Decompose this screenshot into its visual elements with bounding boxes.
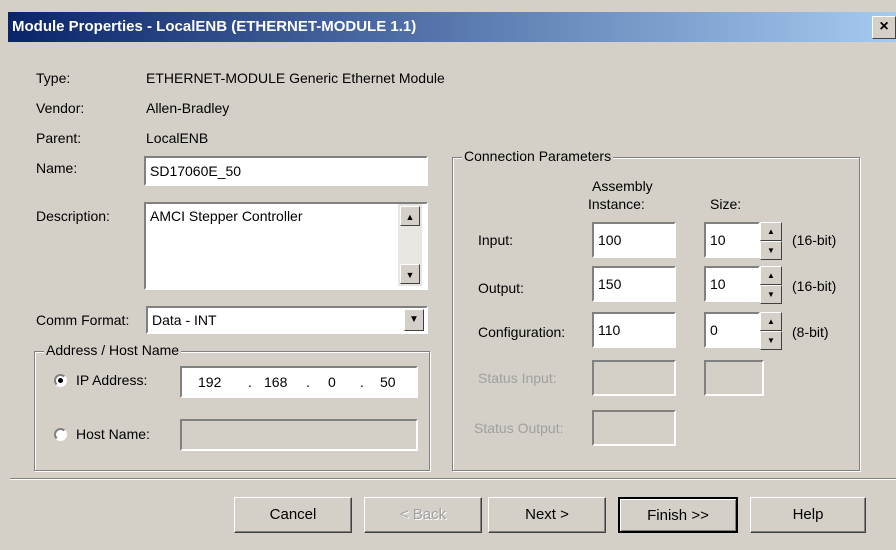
module-properties-dialog: Module Properties - LocalENB (ETHERNET-M… (0, 0, 896, 550)
output-instance-field[interactable]: 150 (592, 266, 676, 302)
comm-format-select[interactable]: Data - INT (146, 306, 428, 334)
input-label: Input: (478, 232, 514, 248)
cancel-button[interactable]: Cancel (234, 497, 352, 533)
spin-up-icon[interactable]: ▲ (760, 312, 782, 331)
input-instance-field[interactable]: 100 (592, 222, 676, 258)
type-label: Type: (36, 70, 71, 86)
size-header: Size: (710, 196, 742, 212)
status-input-field[interactable] (592, 360, 676, 396)
ip-address-radio[interactable] (54, 374, 67, 387)
input-unit: (16-bit) (792, 232, 837, 248)
ip-address-input[interactable]: 192 . 168 . 0 . 50 (180, 366, 418, 398)
output-size-spinner[interactable]: ▲ ▼ (760, 266, 782, 304)
description-textarea[interactable]: AMCI Stepper Controller (144, 202, 428, 290)
configuration-label: Configuration: (478, 324, 566, 340)
ip-address-label[interactable]: IP Address: (76, 372, 147, 388)
status-input-size-field[interactable] (704, 360, 764, 396)
status-output-field[interactable] (592, 410, 676, 446)
comm-format-label: Comm Format: (36, 312, 130, 328)
assembly-header: Assembly (592, 178, 653, 194)
output-size-field[interactable]: 10 (704, 266, 760, 302)
window-title: Module Properties - LocalENB (ETHERNET-M… (12, 18, 417, 35)
configuration-instance-field[interactable]: 110 (592, 312, 676, 348)
name-input[interactable]: SD17060E_50 (144, 156, 428, 186)
parent-label: Parent: (36, 130, 82, 146)
host-name-radio[interactable] (54, 428, 67, 441)
connection-parameters-legend: Connection Parameters (462, 148, 614, 164)
ip-dot-2: . (306, 374, 310, 390)
back-button[interactable]: < Back (364, 497, 482, 533)
type-value: ETHERNET-MODULE Generic Ethernet Module (146, 70, 445, 86)
spin-up-icon[interactable]: ▲ (760, 266, 782, 285)
spin-down-icon[interactable]: ▼ (760, 331, 782, 350)
ip-dot-1: . (248, 374, 252, 390)
help-button[interactable]: Help (750, 497, 866, 533)
address-legend: Address / Host Name (44, 342, 182, 358)
parent-value: LocalENB (146, 130, 209, 146)
description-label: Description: (36, 208, 110, 224)
instance-header: Instance: (588, 196, 645, 212)
close-button[interactable]: × (872, 16, 896, 39)
dropdown-arrow-icon[interactable]: ▼ (404, 309, 424, 331)
vendor-label: Vendor: (36, 100, 85, 116)
spin-up-icon[interactable]: ▲ (760, 222, 782, 241)
comm-format-value: Data - INT (152, 312, 217, 328)
title-bar[interactable]: Module Properties - LocalENB (ETHERNET-M… (8, 12, 896, 42)
ip-dot-3: . (360, 374, 364, 390)
input-size-spinner[interactable]: ▲ ▼ (760, 222, 782, 260)
ip-octet-3[interactable]: 0 (328, 370, 336, 394)
configuration-size-field[interactable]: 0 (704, 312, 760, 348)
host-name-label[interactable]: Host Name: (76, 426, 150, 442)
status-output-label: Status Output: (474, 420, 564, 436)
description-scrollbar[interactable]: ▲ ▼ (398, 204, 422, 286)
ip-octet-4[interactable]: 50 (380, 370, 396, 394)
next-button[interactable]: Next > (488, 497, 606, 533)
spin-down-icon[interactable]: ▼ (760, 241, 782, 260)
status-input-label: Status Input: (478, 370, 557, 386)
output-label: Output: (478, 280, 524, 296)
description-text: AMCI Stepper Controller (150, 208, 303, 224)
name-label: Name: (36, 160, 78, 176)
configuration-unit: (8-bit) (792, 324, 829, 340)
output-unit: (16-bit) (792, 278, 837, 294)
scroll-down-icon[interactable]: ▼ (400, 264, 420, 284)
separator (10, 478, 896, 480)
configuration-size-spinner[interactable]: ▲ ▼ (760, 312, 782, 350)
input-size-field[interactable]: 10 (704, 222, 760, 258)
spin-down-icon[interactable]: ▼ (760, 285, 782, 304)
vendor-value: Allen-Bradley (146, 100, 230, 116)
ip-octet-2[interactable]: 168 (264, 370, 287, 394)
scroll-up-icon[interactable]: ▲ (400, 206, 420, 226)
finish-button[interactable]: Finish >> (618, 497, 738, 533)
ip-octet-1[interactable]: 192 (198, 370, 221, 394)
host-name-input[interactable] (180, 419, 418, 451)
